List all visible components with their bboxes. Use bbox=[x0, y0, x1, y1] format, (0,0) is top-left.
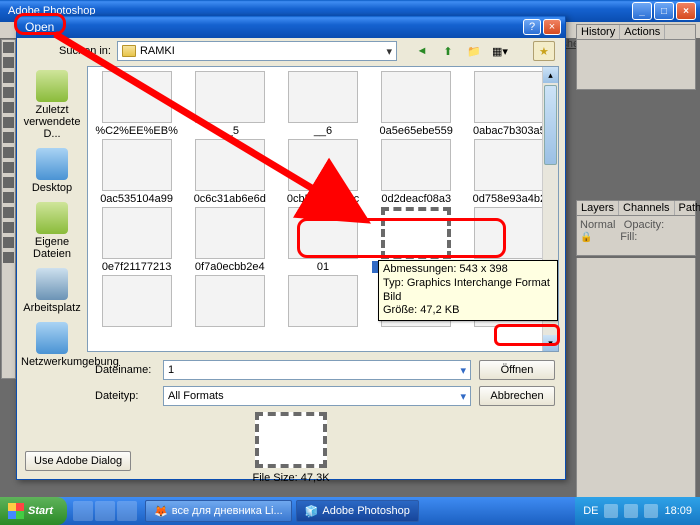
preview-thumbnail bbox=[255, 412, 327, 468]
tray-icon[interactable] bbox=[604, 504, 618, 518]
start-button[interactable]: Start bbox=[0, 497, 67, 525]
quick-launch[interactable] bbox=[67, 501, 143, 521]
file-thumb[interactable]: %C2%EE%EB%F8%... bbox=[92, 71, 181, 137]
annotation-open-highlight bbox=[14, 13, 66, 35]
use-adobe-dialog-button[interactable]: Use Adobe Dialog bbox=[25, 451, 131, 471]
folder-dropdown[interactable]: RAMKI ▾ bbox=[117, 41, 397, 61]
filetype-dropdown[interactable]: All Formats▾ bbox=[163, 386, 471, 406]
dialog-close-button[interactable]: × bbox=[543, 19, 561, 35]
file-size-value: 47,3K bbox=[301, 472, 330, 484]
taskbar: Start 🦊все для дневника Li... 🧊Adobe Pho… bbox=[0, 497, 700, 525]
filename-input[interactable]: 1▾ bbox=[163, 360, 471, 380]
place-desktop[interactable]: Desktop bbox=[21, 148, 83, 194]
filetype-label: Dateityp: bbox=[95, 390, 155, 402]
views-button[interactable]: ▦▾ bbox=[489, 41, 511, 61]
taskbar-item-photoshop[interactable]: 🧊Adobe Photoshop bbox=[296, 500, 419, 522]
file-thumb[interactable]: 0a5e65ebe559 bbox=[372, 71, 461, 137]
system-tray[interactable]: DE 18:09 bbox=[575, 497, 700, 525]
lookin-label: Suchen in: bbox=[59, 45, 111, 57]
file-thumb[interactable]: 0abac7b303a5 bbox=[465, 71, 554, 137]
annotation-tooltip-highlight bbox=[297, 218, 506, 258]
file-thumb[interactable] bbox=[185, 275, 274, 329]
file-thumb[interactable]: __5 bbox=[185, 71, 274, 137]
tray-icon[interactable] bbox=[624, 504, 638, 518]
folder-name: RAMKI bbox=[140, 45, 175, 57]
chevron-down-icon: ▾ bbox=[386, 45, 392, 58]
file-thumb[interactable]: 0ac535104a99 bbox=[92, 139, 181, 205]
tray-icon[interactable] bbox=[644, 504, 658, 518]
filename-label: Dateiname: bbox=[95, 364, 155, 376]
file-thumb[interactable]: 0e7f21177213 bbox=[92, 207, 181, 273]
maximize-button[interactable]: □ bbox=[654, 2, 674, 20]
places-bar: Zuletzt verwendete D... Desktop Eigene D… bbox=[17, 64, 87, 354]
taskbar-item-browser[interactable]: 🦊все для дневника Li... bbox=[145, 500, 292, 522]
panel-history[interactable]: HistoryActions bbox=[576, 24, 696, 90]
dialog-titlebar[interactable]: Open ? × bbox=[17, 16, 565, 38]
annotation-open-button-highlight bbox=[494, 324, 560, 346]
place-recent[interactable]: Zuletzt verwendete D... bbox=[21, 70, 83, 140]
new-folder-button[interactable]: 📁 bbox=[463, 41, 485, 61]
file-list[interactable]: %C2%EE%EB%F8%... __5 __6 0a5e65ebe559 0a… bbox=[87, 66, 559, 352]
file-thumb[interactable]: 0c6c31ab6e6d bbox=[185, 139, 274, 205]
file-size-label: File Size: bbox=[252, 472, 297, 484]
minimize-button[interactable]: _ bbox=[632, 2, 652, 20]
preview-area: File Size: 47,3K bbox=[17, 410, 565, 484]
back-button[interactable]: ◄ bbox=[411, 41, 433, 61]
place-mydocs[interactable]: Eigene Dateien bbox=[21, 202, 83, 260]
windows-logo-icon bbox=[8, 503, 24, 519]
file-thumb[interactable]: 0d758e93a4b2 bbox=[465, 139, 554, 205]
file-thumb[interactable]: 0d2deacf08a3 bbox=[372, 139, 461, 205]
file-thumb[interactable] bbox=[92, 275, 181, 329]
language-indicator[interactable]: DE bbox=[583, 505, 598, 517]
help-button[interactable]: ? bbox=[523, 19, 541, 35]
panel-layers[interactable]: LayersChannelsPaths Normal Opacity: 🔒 Fi… bbox=[576, 200, 696, 256]
open-button[interactable]: Öffnen bbox=[479, 360, 555, 380]
tools-palette[interactable] bbox=[1, 39, 16, 379]
cancel-button[interactable]: Abbrechen bbox=[479, 386, 555, 406]
file-thumb[interactable]: __6 bbox=[278, 71, 367, 137]
place-network[interactable]: Netzwerkumgebung bbox=[21, 322, 83, 368]
close-button[interactable]: × bbox=[676, 2, 696, 20]
clock[interactable]: 18:09 bbox=[664, 505, 692, 517]
folder-icon bbox=[122, 45, 136, 57]
dialog-title: Open bbox=[21, 20, 523, 34]
file-tooltip: Abmessungen: 543 x 398 Typ: Graphics Int… bbox=[378, 260, 558, 321]
up-button[interactable]: ⬆ bbox=[437, 41, 459, 61]
panel-bottom bbox=[576, 258, 696, 498]
favorites-button[interactable]: ★ bbox=[533, 41, 555, 61]
place-computer[interactable]: Arbeitsplatz bbox=[21, 268, 83, 314]
file-thumb[interactable] bbox=[278, 275, 367, 329]
file-thumb[interactable]: 0cb58362a18c bbox=[278, 139, 367, 205]
dialog-toolbar: Suchen in: RAMKI ▾ ◄ ⬆ 📁 ▦▾ ★ bbox=[17, 38, 565, 64]
file-thumb[interactable]: 0f7a0ecbb2e4 bbox=[185, 207, 274, 273]
